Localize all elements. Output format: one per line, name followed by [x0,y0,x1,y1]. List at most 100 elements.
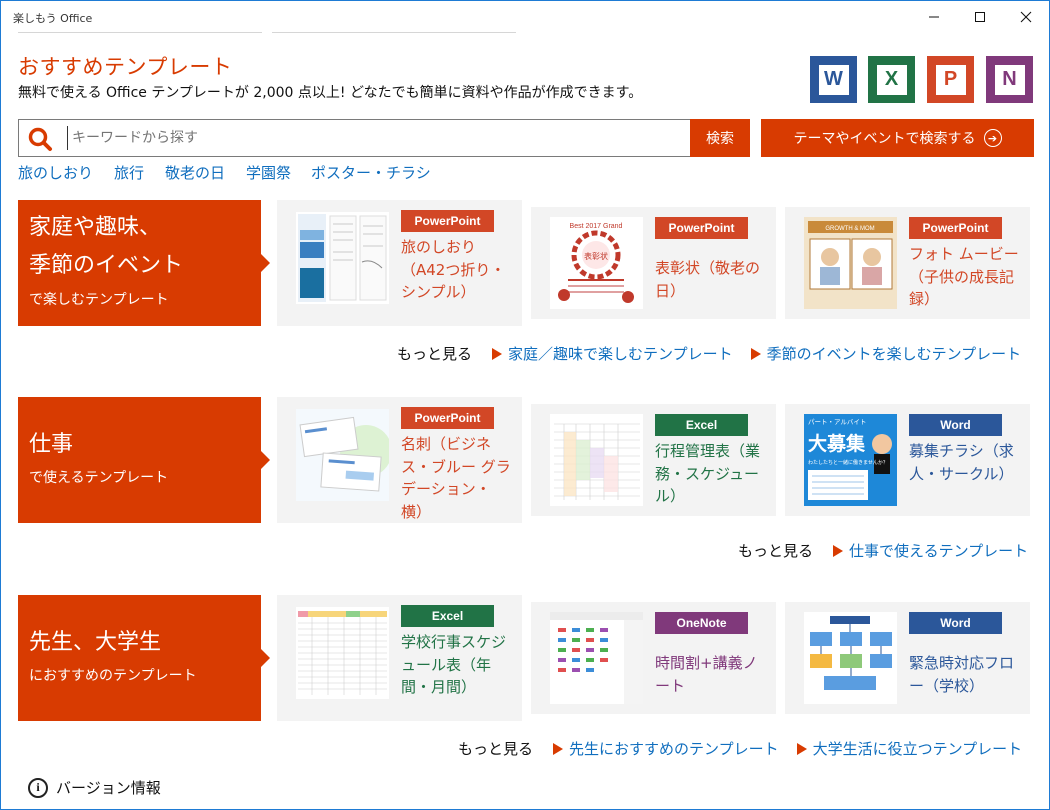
app-badge: Excel [401,605,494,627]
more-link-label: 仕事で使えるテンプレート [849,542,1029,560]
template-title: 募集チラシ（求人・サークル） [909,442,1014,483]
triangle-right-icon [553,742,564,755]
more-row: もっと見る 先生におすすめのテンプレート 大学生活に役立つテンプレート [458,738,1022,759]
template-title: フォト ムービー（子供の成長記録） [909,245,1019,308]
word-letter: W [818,64,849,95]
more-link[interactable]: 家庭／趣味で楽しむテンプレート [492,343,733,364]
recruit-tag-text: パート・アルバイト [808,418,866,426]
template-title: 緊急時対応フロー（学校） [909,654,1015,695]
triangle-right-icon [750,347,761,360]
onenote-app-icon[interactable]: N [986,56,1033,103]
page-title: おすすめテンプレート [18,55,233,79]
theme-search-button[interactable]: テーマやイベントで検索する ➔ [761,119,1034,157]
category-subtitle: で使えるテンプレート [29,470,169,486]
template-thumbnail [296,212,389,304]
app-badge: PowerPoint [655,217,748,239]
category-title: 先生、大学生 [29,630,162,655]
search-button[interactable]: 検索 [690,119,750,157]
tab-divider [272,32,516,33]
template-title: 表彰状（敬老の日） [655,259,761,300]
template-title: 名刺（ビジネス・ブルー グラデーション・横） [401,435,511,521]
search-icon [28,127,52,151]
app-window: 楽しもう Office おすすめテンプレート 無料で使える Office テンプ… [0,0,1050,810]
template-thumbnail: GROWTH & MOM [804,217,897,309]
more-link-label: 大学生活に役立つテンプレート [812,740,1023,758]
version-label: バージョン情報 [56,779,161,797]
minimize-button[interactable] [911,1,957,33]
excel-app-icon[interactable]: X [868,56,915,103]
excel-letter: X [876,64,907,95]
search-box [18,119,691,157]
template-thumbnail [804,612,897,704]
template-card[interactable]: PowerPoint 旅のしおり（A42つ折り・シンプル） [277,200,522,326]
template-thumbnail [550,414,643,506]
category-family-hobby[interactable]: 家庭や趣味、 季節のイベント で楽しむテンプレート [18,200,270,326]
category-subtitle: におすすめのテンプレート [29,668,197,684]
more-row: もっと見る 仕事で使えるテンプレート [738,540,1028,561]
template-card[interactable]: PowerPoint 名刺（ビジネス・ブルー グラデーション・横） [277,397,522,523]
close-button[interactable] [1003,1,1049,33]
more-link[interactable]: 仕事で使えるテンプレート [833,540,1028,561]
maximize-button[interactable] [957,1,1003,33]
template-card[interactable]: OneNote 時間割+講義ノート [531,602,776,714]
theme-search-label: テーマやイベントで検索する [793,131,976,147]
quick-link[interactable]: 旅のしおり [18,162,93,183]
close-icon [1020,11,1032,23]
app-badge: Excel [655,414,748,436]
recruit-sub-text: わたしたちと一緒に働きませんか？ [808,459,888,466]
triangle-right-icon [833,544,844,557]
window-title: 楽しもう Office [13,12,93,25]
quick-link[interactable]: 学園祭 [246,162,291,183]
more-label: もっと見る [458,740,534,758]
app-badge: Word [909,612,1002,634]
more-link[interactable]: 先生におすすめのテンプレート [553,738,779,759]
more-label: もっと見る [738,542,814,560]
tab-divider [18,32,262,33]
template-thumbnail: Best 2017 Grand 表彰状 [550,217,643,309]
quick-link[interactable]: 敬老の日 [165,162,225,183]
award-heading-text: Best 2017 Grand [570,223,623,230]
template-card[interactable]: Best 2017 Grand 表彰状 PowerPoint 表彰状（敬老の日） [531,207,776,319]
more-link-label: 季節のイベントを楽しむテンプレート [766,345,1022,363]
triangle-right-icon [492,347,503,360]
template-thumbnail [550,612,643,704]
template-card[interactable]: Excel 行程管理表（業務・スケジュール） [531,404,776,516]
photo-banner-text: GROWTH & MOM [825,226,874,232]
quick-link[interactable]: 旅行 [114,162,144,183]
template-card[interactable]: Excel 学校行事スケジュール表（年間・月間） [277,595,522,721]
powerpoint-app-icon[interactable]: P [927,56,974,103]
info-icon: i [28,777,48,798]
template-title: 学校行事スケジュール表（年間・月間） [401,633,507,696]
arrow-circle-icon: ➔ [983,129,1002,147]
word-app-icon[interactable]: W [810,56,857,103]
more-link[interactable]: 大学生活に役立つテンプレート [796,738,1023,759]
app-badge: PowerPoint [909,217,1002,239]
template-card[interactable]: GROWTH & MOM PowerPoint フォト ムービー（子供の成長記録… [785,207,1030,319]
category-title: 季節のイベント [29,253,184,278]
more-link[interactable]: 季節のイベントを楽しむテンプレート [750,343,1022,364]
template-card[interactable]: Word 緊急時対応フロー（学校） [785,602,1030,714]
page-subtitle: 無料で使える Office テンプレートが 2,000 点以上! どなたでも簡単… [18,85,643,101]
quick-link[interactable]: ポスター・チラシ [311,162,431,183]
version-info-link[interactable]: i バージョン情報 [28,777,161,798]
template-card[interactable]: パート・アルバイト 大募集 わたしたちと一緒に働きませんか？ Word 募集チラ… [785,404,1030,516]
search-input[interactable] [67,126,667,150]
app-badge: PowerPoint [401,407,494,429]
category-subtitle: で楽しむテンプレート [29,292,169,308]
category-title: 仕事 [29,432,74,457]
more-link-label: 家庭／趣味で楽しむテンプレート [508,345,733,363]
category-work[interactable]: 仕事 で使えるテンプレート [18,397,270,523]
category-teacher-student[interactable]: 先生、大学生 におすすめのテンプレート [18,595,270,721]
template-thumbnail [296,607,389,699]
more-label: もっと見る [397,345,473,363]
template-thumbnail [296,409,389,501]
more-link-label: 先生におすすめのテンプレート [569,740,779,758]
recruit-title-text: 大募集 [808,432,866,455]
template-thumbnail: パート・アルバイト 大募集 わたしたちと一緒に働きませんか？ [804,414,897,506]
template-title: 時間割+講義ノート [655,654,758,695]
app-badge: PowerPoint [401,210,494,232]
minimize-icon [929,16,939,18]
triangle-right-icon [796,742,807,755]
title-bar: 楽しもう Office [1,1,1049,33]
app-badge: OneNote [655,612,748,634]
